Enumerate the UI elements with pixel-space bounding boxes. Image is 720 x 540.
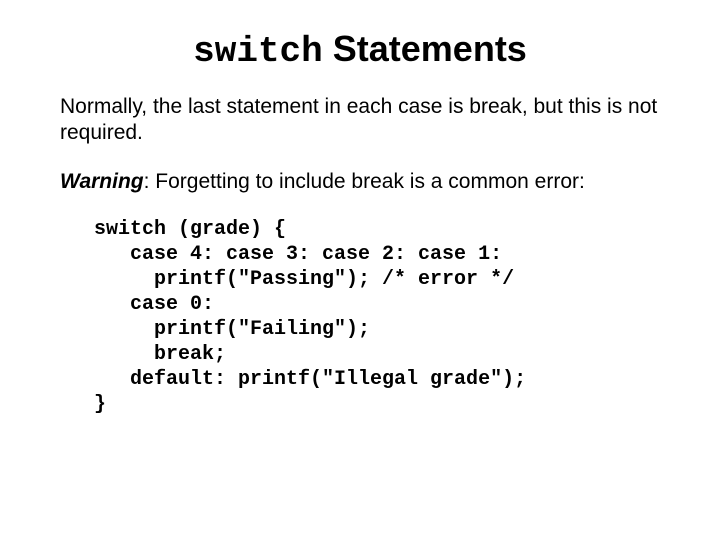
code-block: switch (grade) { case 4: case 3: case 2:… bbox=[94, 217, 660, 417]
paragraph-intro: Normally, the last statement in each cas… bbox=[60, 94, 660, 147]
paragraph-warning: Warning: Forgetting to include break is … bbox=[60, 169, 660, 195]
title-keyword: switch bbox=[193, 31, 323, 72]
slide-title: switch Statements bbox=[60, 28, 660, 72]
warning-label: Warning bbox=[60, 170, 144, 193]
warning-text: : Forgetting to include break is a commo… bbox=[144, 170, 585, 193]
title-rest: Statements bbox=[323, 28, 527, 69]
